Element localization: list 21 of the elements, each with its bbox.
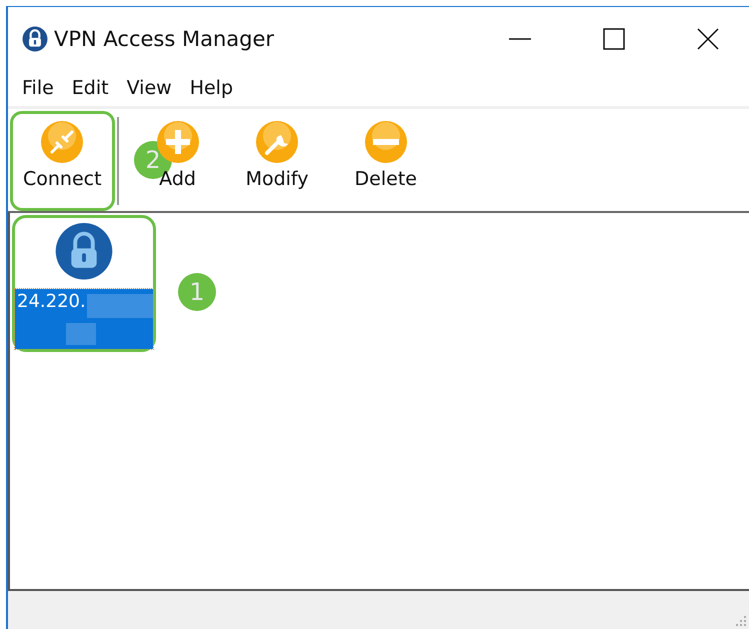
window-title: VPN Access Manager <box>54 26 276 50</box>
wrench-icon <box>255 120 300 164</box>
padlock-icon <box>22 26 48 52</box>
toolbar-button[interactable]: Delete <box>342 111 430 211</box>
menu-item[interactable]: View <box>126 77 172 99</box>
connection-item[interactable]: 24.220. <box>12 215 156 352</box>
step-badge: 1 <box>178 273 216 311</box>
menu-item[interactable]: Edit <box>72 77 109 99</box>
maximize-icon[interactable] <box>603 28 625 50</box>
padlock-icon <box>54 222 114 281</box>
close-icon[interactable] <box>697 28 719 50</box>
toolbar-button[interactable]: Connect <box>10 111 115 211</box>
resize-grip-icon[interactable] <box>735 615 747 627</box>
menu-item[interactable]: Help <box>190 77 234 99</box>
menu-item[interactable]: File <box>22 77 54 99</box>
plug-icon <box>40 120 84 164</box>
minus-icon <box>364 120 408 164</box>
redaction-block <box>66 322 96 345</box>
redaction-block <box>87 294 153 318</box>
toolbar-button[interactable]: Modify <box>232 111 322 211</box>
connection-address: 24.220. <box>17 290 86 312</box>
